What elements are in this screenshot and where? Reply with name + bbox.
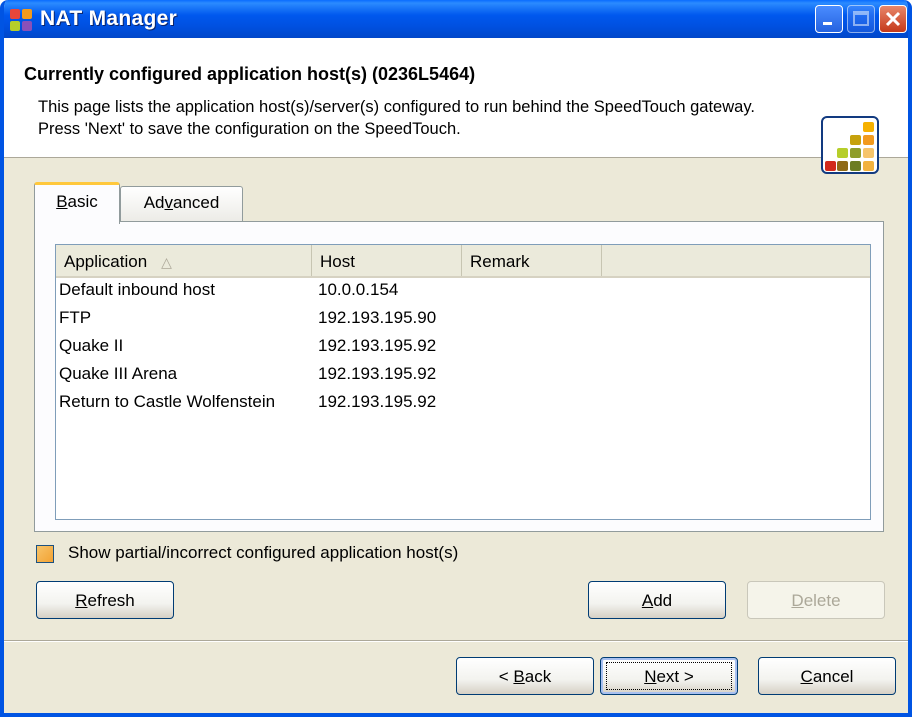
cell-application: Default inbound host <box>59 280 215 299</box>
nat-manager-window: NAT Manager Currently configured applica… <box>0 0 912 717</box>
list-item[interactable]: Quake II 192.193.195.92 <box>56 334 870 362</box>
tab-advanced-label-pre: Ad <box>143 193 165 212</box>
sort-ascending-icon: △ <box>161 254 172 270</box>
add-label: dd <box>653 591 673 610</box>
cell-application: Quake II <box>59 336 124 355</box>
minimize-icon[interactable] <box>815 5 843 33</box>
back-key: B <box>513 667 525 686</box>
tab-advanced-label-key: v <box>164 193 173 212</box>
show-partial-checkbox[interactable] <box>36 545 54 563</box>
list-item[interactable]: Default inbound host 10.0.0.154 <box>56 278 870 306</box>
column-remark-label: Remark <box>470 252 530 271</box>
maximize-icon <box>847 5 875 33</box>
cancel-label: ancel <box>812 667 854 686</box>
focus-rectangle <box>606 662 732 690</box>
add-key: A <box>641 591 654 610</box>
delete-button: Delete <box>747 581 885 619</box>
page-description: This page lists the application host(s)/… <box>38 98 755 138</box>
column-header-host[interactable]: Host <box>312 245 462 276</box>
list-item[interactable]: Quake III Arena 192.193.195.92 <box>56 362 870 390</box>
cancel-key: C <box>800 667 813 686</box>
column-header-application[interactable]: Application △ <box>56 245 312 276</box>
refresh-button[interactable]: Refresh <box>36 581 174 619</box>
cell-host: 192.193.195.92 <box>318 392 437 411</box>
window-title: NAT Manager <box>40 7 178 30</box>
add-button[interactable]: Add <box>588 581 726 619</box>
application-host-list[interactable]: Application △ Host Remark Default inbound… <box>55 244 871 520</box>
list-item[interactable]: FTP 192.193.195.90 <box>56 306 870 334</box>
column-host-label: Host <box>320 252 355 271</box>
delete-label: elete <box>803 591 841 610</box>
back-label: ack <box>524 667 552 686</box>
cell-application: FTP <box>59 308 92 327</box>
tab-advanced[interactable]: Advanced <box>120 186 243 222</box>
delete-key: D <box>791 591 804 610</box>
app-grid-icon <box>10 9 32 31</box>
page-title: Currently configured application host(s)… <box>24 64 476 84</box>
cancel-button[interactable]: Cancel <box>758 657 896 695</box>
tab-basic-label-post: asic <box>67 192 98 211</box>
tab-panel-basic: Application △ Host Remark Default inbound… <box>34 221 884 532</box>
close-icon[interactable] <box>879 5 907 33</box>
cell-host: 192.193.195.92 <box>318 336 437 355</box>
column-header-remark[interactable]: Remark <box>462 245 602 276</box>
cell-application: Quake III Arena <box>59 364 178 383</box>
cell-host: 192.193.195.90 <box>318 308 437 327</box>
next-button[interactable]: Next > <box>600 657 738 695</box>
wizard-header: Currently configured application host(s)… <box>4 38 908 174</box>
cell-application: Return to Castle Wolfenstein <box>59 392 276 411</box>
column-application-label: Application <box>64 252 148 271</box>
tab-basic[interactable]: Basic <box>34 182 120 224</box>
list-item[interactable]: Return to Castle Wolfenstein 192.193.195… <box>56 390 870 418</box>
list-header: Application △ Host Remark <box>56 245 870 278</box>
refresh-key: R <box>75 591 88 610</box>
show-partial-label: Show partial/incorrect configured applic… <box>68 543 459 562</box>
footer-divider <box>4 640 908 642</box>
title-bar[interactable]: NAT Manager <box>4 0 908 38</box>
cell-host: 192.193.195.92 <box>318 364 437 383</box>
tab-advanced-label-post: anced <box>172 193 220 212</box>
tab-basic-label-key: B <box>56 192 68 211</box>
back-prefix: < <box>498 667 514 686</box>
refresh-label: efresh <box>87 591 135 610</box>
back-button[interactable]: < Back <box>456 657 594 695</box>
cell-host: 10.0.0.154 <box>318 280 399 299</box>
speedtouch-logo-icon <box>821 116 879 174</box>
